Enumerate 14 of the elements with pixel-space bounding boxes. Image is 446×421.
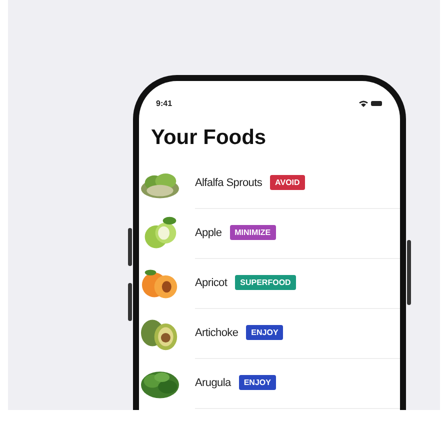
wifi-icon [359,100,368,107]
status-tag: ENJOY [246,325,284,340]
status-tag: ENJOY [238,375,276,390]
food-name[interactable]: Apricot [195,276,228,288]
status-time: 9:41 [156,99,172,108]
status-tag: MINIMIZE [230,225,276,240]
screen-title: Your Foods [151,126,268,150]
battery-icon [371,101,382,106]
status-tag: AVOID [270,175,305,190]
food-name[interactable]: Arugula [195,376,231,388]
food-name[interactable]: Apple [195,226,222,238]
food-name[interactable]: Artichoke [195,326,238,338]
food-name[interactable]: Alfalfa Sprouts [195,176,262,188]
status-tag: SUPERFOOD [235,275,296,290]
